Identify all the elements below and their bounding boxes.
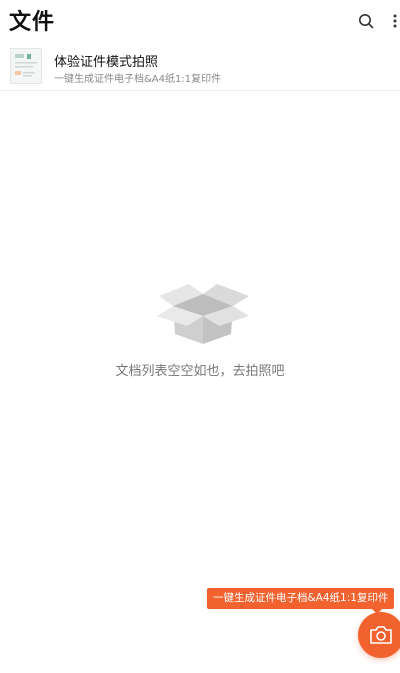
- top-bar: 文件: [0, 0, 400, 44]
- more-button[interactable]: [385, 10, 400, 32]
- empty-state: 文档列表空空如也，去拍照吧: [0, 282, 400, 392]
- search-icon: [359, 14, 374, 29]
- promo-subtitle: 一键生成证件电子档&A4纸1:1复印件: [54, 74, 222, 85]
- search-button[interactable]: [355, 10, 377, 32]
- promo-title: 体验证件模式拍照: [54, 55, 159, 70]
- camera-button[interactable]: [358, 612, 400, 658]
- page-title: 文件: [9, 10, 56, 35]
- camera-hint-bubble[interactable]: 一键生成证件电子档&A4纸1:1复印件: [207, 588, 395, 614]
- empty-message: 文档列表空空如也，去拍照吧: [115, 364, 285, 379]
- empty-box-icon: [157, 284, 249, 344]
- more-vertical-icon: [393, 14, 397, 28]
- id-mode-promo[interactable]: 体验证件模式拍照 一键生成证件电子档&A4纸1:1复印件: [0, 44, 400, 91]
- id-document-icon: [10, 48, 42, 84]
- camera-icon: [370, 626, 392, 644]
